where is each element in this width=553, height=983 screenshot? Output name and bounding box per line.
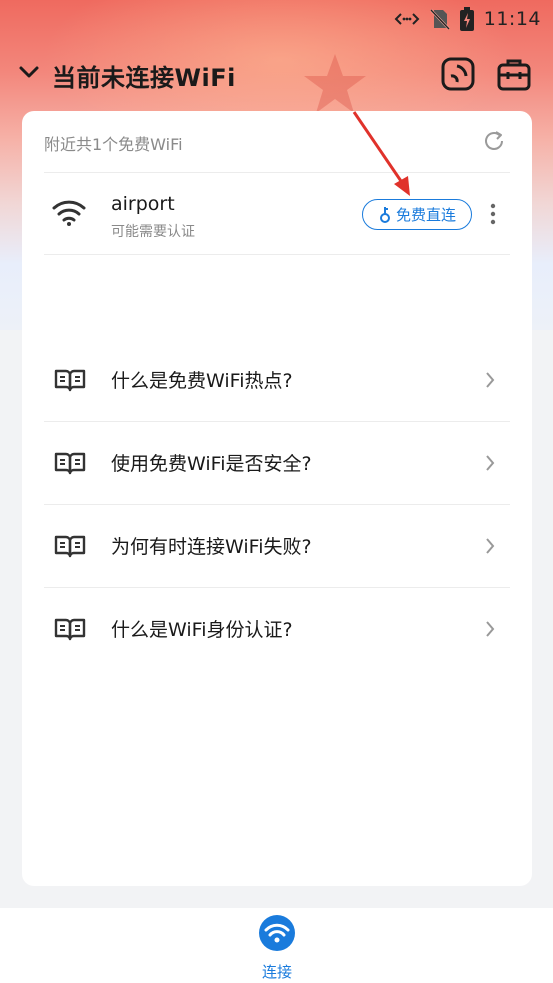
wifi-list-item[interactable]: airport 可能需要认证 免费直连 <box>22 173 532 255</box>
wifi-signal-icon <box>52 199 86 231</box>
chevron-right-icon <box>484 537 496 559</box>
more-options-icon[interactable] <box>489 203 497 229</box>
faq-item-what-is-free-wifi[interactable]: 什么是免费WiFi热点? <box>22 339 532 422</box>
wifi-ssid: airport <box>111 193 175 215</box>
book-icon <box>54 451 86 479</box>
tab-connect-label: 连接 <box>261 963 292 981</box>
no-sim-icon <box>429 8 450 30</box>
free-connect-button[interactable]: 免费直连 <box>362 199 472 230</box>
faq-label: 使用免费WiFi是否安全? <box>111 453 312 475</box>
free-connect-label: 免费直连 <box>395 206 456 224</box>
key-icon <box>379 206 390 223</box>
annotation-arrow-icon <box>352 111 410 196</box>
header: 当前未连接WiFi <box>0 52 553 98</box>
data-transfer-icon <box>394 10 420 28</box>
book-icon <box>54 617 86 645</box>
faq-item-is-free-wifi-safe[interactable]: 使用免费WiFi是否安全? <box>22 422 532 505</box>
bottom-nav: 连接 <box>0 908 553 983</box>
divider <box>44 254 510 255</box>
wifi-subtitle: 可能需要认证 <box>111 224 195 240</box>
chevron-right-icon <box>484 620 496 642</box>
chevron-right-icon <box>484 454 496 476</box>
faq-label: 什么是免费WiFi热点? <box>111 370 293 392</box>
refresh-icon[interactable] <box>482 129 506 157</box>
wifi-card: 附近共1个免费WiFi airport 可能需要认证 免费直连 什么是免费WiF… <box>22 111 532 886</box>
faq-label: 为何有时连接WiFi失败? <box>111 536 312 558</box>
faq-label: 什么是WiFi身份认证? <box>111 619 293 641</box>
chevron-down-icon[interactable] <box>18 64 40 84</box>
status-time: 11:14 <box>483 8 541 30</box>
toolbox-icon[interactable] <box>496 56 532 92</box>
faq-item-why-connect-fails[interactable]: 为何有时连接WiFi失败? <box>22 505 532 588</box>
faq-item-what-is-wifi-auth[interactable]: 什么是WiFi身份认证? <box>22 588 532 671</box>
battery-charging-icon <box>459 7 474 31</box>
page-title[interactable]: 当前未连接WiFi <box>52 58 236 93</box>
tab-connect[interactable]: 连接 <box>246 912 308 982</box>
book-icon <box>54 368 86 396</box>
wifi-icon <box>258 914 296 956</box>
status-bar: 11:14 <box>0 0 553 38</box>
nearby-count-label: 附近共1个免费WiFi <box>44 135 183 154</box>
chevron-right-icon <box>484 371 496 393</box>
book-icon <box>54 534 86 562</box>
scan-icon[interactable] <box>440 56 476 92</box>
